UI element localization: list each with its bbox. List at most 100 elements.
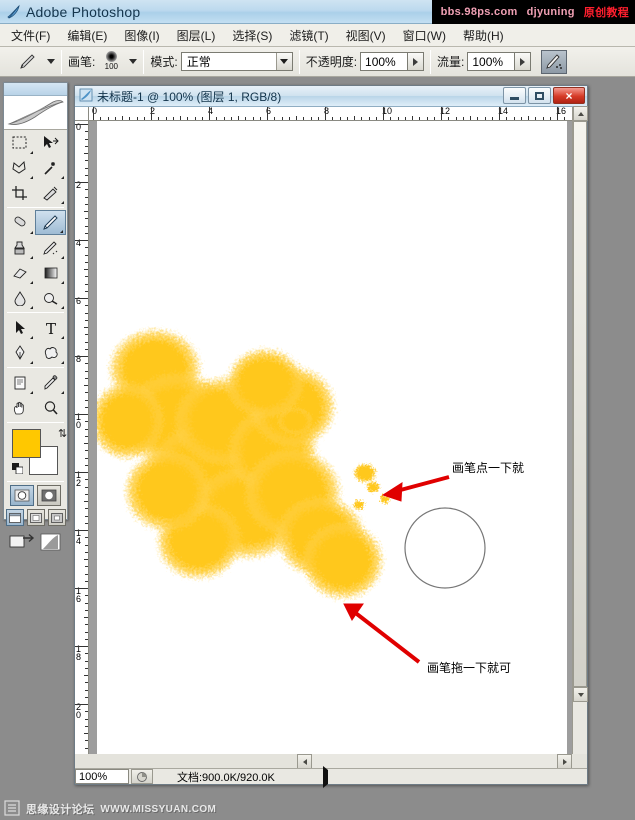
menu-view[interactable]: 视图(V) [343, 25, 389, 46]
ruler-v-tick [85, 334, 88, 336]
menu-layer[interactable]: 图层(L) [174, 25, 219, 46]
pen-tool[interactable] [4, 340, 35, 365]
slice-icon [42, 186, 57, 201]
vertical-scroll-thumb[interactable] [573, 121, 587, 687]
full-screen-mode-button[interactable] [47, 509, 66, 526]
brush-tool[interactable] [35, 210, 66, 235]
horizontal-ruler[interactable]: 0 2 4 6 8 10 12 14 16 [89, 107, 572, 121]
ruler-v-tick [75, 356, 88, 357]
healing-brush-tool[interactable] [4, 210, 35, 235]
blend-mode-chevron-down-icon[interactable] [275, 53, 292, 70]
crop-icon [11, 185, 27, 200]
ruler-h-tick [397, 117, 399, 120]
ruler-h-tick [317, 117, 319, 120]
shape-tool[interactable] [35, 340, 66, 365]
scroll-up-button[interactable] [573, 106, 588, 121]
path-selection-tool[interactable] [4, 315, 35, 340]
type-tool[interactable]: T [35, 315, 66, 340]
zoom-tool[interactable] [35, 395, 66, 420]
scroll-right-button[interactable] [557, 754, 572, 769]
eraser-tool[interactable] [4, 260, 35, 285]
airbrush-toggle-button[interactable] [541, 49, 568, 74]
history-brush-tool[interactable] [35, 235, 66, 260]
options-bar: 画笔: 100 模式: 正常 不透明度: 100% 流量: 100% [0, 47, 635, 77]
menu-edit[interactable]: 编辑(E) [64, 25, 110, 46]
hand-tool[interactable] [4, 395, 35, 420]
gradient-tool[interactable] [35, 260, 66, 285]
maximize-icon[interactable] [528, 87, 551, 104]
scroll-down-button[interactable] [573, 687, 588, 702]
opacity-input[interactable]: 100% [360, 52, 409, 71]
flow-input[interactable]: 100% [467, 52, 516, 71]
ruler-v-label: 20 [76, 702, 82, 720]
swap-colors-icon[interactable]: ⇅ [58, 427, 67, 440]
close-icon[interactable]: × [553, 87, 585, 104]
ruler-h-tick [455, 117, 457, 120]
ruler-v-tick [85, 283, 88, 285]
menu-filter[interactable]: 滤镜(T) [286, 25, 331, 46]
blend-mode-value: 正常 [186, 55, 211, 69]
tool-preset-chevron-down-icon[interactable] [47, 59, 55, 64]
menu-file[interactable]: 文件(F) [8, 25, 53, 46]
quick-mask-mode-button[interactable] [37, 485, 61, 506]
svg-text:T: T [45, 320, 55, 336]
move-tool[interactable] [35, 130, 66, 155]
app-title: Adobe Photoshop [26, 3, 141, 20]
imageready-icon[interactable] [39, 531, 63, 556]
document-icon [79, 88, 93, 105]
ruler-h-tick [426, 117, 428, 120]
canvas-area[interactable]: 画笔点一下就 画笔拖一下就可 [89, 121, 572, 754]
ruler-h-tick [187, 117, 189, 120]
jump-to-icon[interactable] [9, 531, 35, 556]
menu-help[interactable]: 帮助(H) [460, 25, 507, 46]
zoom-level-input[interactable]: 100% [75, 769, 129, 784]
marquee-tool[interactable] [4, 130, 35, 155]
blur-tool[interactable] [4, 285, 35, 310]
default-colors-icon[interactable] [12, 463, 24, 475]
standard-mode-button[interactable] [10, 485, 34, 506]
magic-wand-tool[interactable] [35, 155, 66, 180]
annotation-arrow-dot [381, 475, 450, 502]
toolbox-drag-handle[interactable] [4, 83, 67, 96]
notes-tool[interactable] [4, 370, 35, 395]
blur-drop-icon [14, 290, 25, 306]
tool-preset-picker[interactable] [14, 50, 42, 74]
vertical-scrollbar[interactable] [572, 106, 588, 754]
eyedropper-tool[interactable] [35, 370, 66, 395]
ruler-v-tick [85, 624, 88, 626]
statusbar-triangle-right-icon[interactable] [322, 765, 328, 788]
brush-preview[interactable]: 100 [98, 49, 124, 75]
menu-image[interactable]: 图像(I) [121, 25, 162, 46]
ruler-v-tick [85, 305, 88, 307]
dodge-tool[interactable] [35, 285, 66, 310]
minimize-icon[interactable] [503, 87, 526, 104]
proxy-preview-icon[interactable] [131, 769, 153, 784]
ruler-v-tick [85, 276, 88, 278]
crop-tool[interactable] [4, 180, 35, 205]
document-title: 未标题-1 @ 100% (图层 1, RGB/8) [97, 89, 282, 104]
ruler-h-tick [339, 117, 341, 120]
brush-stroke-group [97, 327, 385, 601]
scroll-left-button[interactable] [297, 754, 312, 769]
ruler-corner[interactable] [75, 107, 89, 121]
brush-chevron-down-icon[interactable] [129, 59, 138, 64]
ruler-v-tick [85, 660, 88, 662]
foreground-color-swatch[interactable] [12, 429, 41, 458]
lasso-tool[interactable] [4, 155, 35, 180]
ruler-h-tick [180, 116, 181, 120]
opacity-slider-button[interactable] [408, 52, 425, 71]
vertical-ruler[interactable]: 0 2 4 6 8 10 12 14 16 18 20 22 [75, 121, 89, 754]
ruler-v-tick [75, 240, 88, 241]
marquee-icon [12, 136, 27, 149]
flow-slider-button[interactable] [515, 52, 532, 71]
document-titlebar[interactable]: 未标题-1 @ 100% (图层 1, RGB/8) × [75, 86, 587, 107]
menu-select[interactable]: 选择(S) [229, 25, 275, 46]
clone-stamp-tool[interactable] [4, 235, 35, 260]
slice-tool[interactable] [35, 180, 66, 205]
standard-screen-mode-button[interactable] [5, 509, 24, 526]
canvas[interactable]: 画笔点一下就 画笔拖一下就可 [97, 121, 567, 754]
full-screen-menubar-mode-button[interactable] [26, 509, 45, 526]
horizontal-scrollbar[interactable] [297, 754, 572, 769]
blend-mode-select[interactable]: 正常 [180, 52, 293, 71]
menu-window[interactable]: 窗口(W) [400, 25, 449, 46]
